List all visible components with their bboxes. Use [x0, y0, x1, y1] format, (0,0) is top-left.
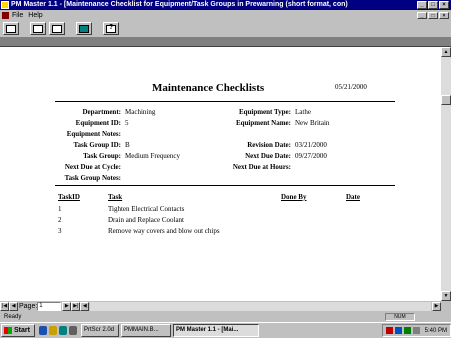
page-label: Page: — [19, 303, 38, 310]
task-group-id-label: Task Group ID: — [73, 141, 121, 149]
department-value: Machining — [125, 108, 156, 116]
close-report-button[interactable] — [3, 22, 19, 35]
help-button[interactable] — [103, 22, 119, 35]
taskbar-prtscr[interactable]: PrtScr 2.0d — [81, 324, 119, 337]
status-bar: Ready NUM — [0, 312, 451, 322]
equipment-id-label: Equipment ID: — [75, 119, 121, 127]
maximize-button[interactable]: □ — [428, 1, 438, 9]
task-group-notes-label: Task Group Notes: — [64, 174, 121, 182]
revision-date-label: Revision Date: — [247, 141, 291, 149]
windows-logo-icon — [4, 327, 12, 334]
start-button[interactable]: Start — [1, 324, 35, 337]
next-due-date-label: Next Due Date: — [245, 152, 291, 160]
scroll-up-icon[interactable]: ▲ — [441, 47, 451, 57]
doc-minimize-button[interactable]: _ — [417, 11, 427, 19]
antivirus-icon[interactable] — [385, 327, 393, 334]
window-icon — [79, 24, 89, 33]
network-icon[interactable] — [394, 327, 402, 334]
printer-setup-icon — [52, 24, 62, 33]
start-label: Start — [14, 327, 30, 334]
task-group-id-value: B — [125, 141, 130, 149]
equipment-type-label: Equipment Type: — [238, 108, 291, 116]
print-button[interactable] — [30, 22, 46, 35]
department-label: Department: — [82, 108, 122, 116]
first-page-icon[interactable]: |◀ — [0, 302, 9, 311]
column-taskid: TaskID — [58, 193, 80, 201]
revision-date-value: 03/21/2000 — [295, 141, 327, 149]
equipment-name-value: New Britain — [295, 119, 330, 127]
equipment-name-label: Equipment Name: — [235, 119, 291, 127]
report-preview[interactable]: Maintenance Checklists 05/21/2000 Depart… — [0, 47, 441, 301]
equipment-id-value: 5 — [125, 119, 129, 127]
title-bar[interactable]: PM Master 1.1 - [Maintenance Checklist f… — [0, 0, 451, 10]
horizontal-scrollbar[interactable] — [90, 302, 431, 311]
status-text: Ready — [4, 314, 22, 320]
report-title: Maintenance Checklists — [152, 82, 265, 94]
menu-bar: File Help _ □ × — [0, 10, 451, 20]
table-row: 1 Tighten Electrical Contacts — [58, 205, 184, 213]
taskbar: Start PrtScr 2.0d PMMAIN.B... PM Master … — [0, 322, 451, 338]
next-page-icon[interactable]: ▶ — [62, 302, 72, 311]
taskbar-pmmain[interactable]: PMMAIN.B... — [121, 324, 171, 337]
vertical-scrollbar[interactable]: ▲ ▼ — [441, 47, 451, 301]
system-tray: 5:40 PM — [381, 324, 451, 337]
help-icon — [106, 24, 116, 33]
menu-help[interactable]: Help — [28, 12, 42, 19]
task-description: Drain and Replace Coolant — [108, 216, 185, 224]
window-title: PM Master 1.1 - [Maintenance Checklist f… — [11, 1, 348, 8]
header-rule — [55, 101, 395, 102]
next-due-hours-label: Next Due at Hours: — [232, 163, 291, 171]
document-icon[interactable] — [2, 11, 9, 19]
task-id: 3 — [58, 227, 62, 235]
door-icon — [6, 24, 16, 33]
next-due-cycle-label: Next Due at Cycle: — [64, 163, 121, 171]
task-description: Remove way covers and blow out chips — [108, 227, 220, 235]
table-row: 2 Drain and Replace Coolant — [58, 216, 184, 224]
desktop-icon[interactable] — [59, 326, 67, 335]
scroll-down-icon[interactable]: ▼ — [441, 291, 451, 301]
channels-icon[interactable] — [69, 326, 77, 335]
column-date: Date — [346, 193, 360, 201]
scroll-right-icon[interactable]: ▶ — [432, 302, 441, 311]
equipment-type-value: Lathe — [295, 108, 311, 116]
task-id: 2 — [58, 216, 62, 224]
column-done-by: Done By — [281, 193, 307, 201]
printer-icon — [33, 24, 43, 33]
prev-page-icon[interactable]: ◀ — [9, 302, 18, 311]
toolbar-separator — [0, 37, 451, 47]
scroll-thumb[interactable] — [441, 95, 451, 105]
report-date: 05/21/2000 — [335, 83, 367, 91]
print-setup-button[interactable] — [49, 22, 65, 35]
doc-close-button[interactable]: × — [439, 11, 449, 19]
task-group-label: Task Group: — [83, 152, 121, 160]
doc-restore-button[interactable]: □ — [428, 11, 438, 19]
app-icon[interactable] — [1, 1, 9, 9]
column-task: Task — [108, 193, 123, 201]
minimize-button[interactable]: _ — [417, 1, 427, 9]
num-lock-indicator: NUM — [385, 313, 415, 321]
view-button[interactable] — [76, 22, 92, 35]
taskbar-pm-master[interactable]: PM Master 1.1 - [Mai... — [173, 324, 259, 337]
equipment-notes-label: Equipment Notes: — [66, 130, 121, 138]
table-row: 3 Remove way covers and blow out chips — [58, 227, 220, 235]
outlook-express-icon[interactable] — [49, 326, 57, 335]
task-group-value: Medium Frequency — [125, 152, 181, 160]
volume-icon[interactable] — [412, 327, 420, 334]
section-rule — [55, 185, 395, 186]
next-due-date-value: 09/27/2000 — [295, 152, 327, 160]
toolbar — [0, 20, 451, 37]
page-navigation: |◀ ◀ Page: 1 ▶ ▶| ◀ ▶ — [0, 301, 451, 312]
scroll-left-icon[interactable]: ◀ — [80, 302, 90, 311]
last-page-icon[interactable]: ▶| — [71, 302, 81, 311]
task-scheduler-icon[interactable] — [403, 327, 411, 334]
internet-explorer-icon[interactable] — [39, 326, 47, 335]
close-button[interactable]: × — [439, 1, 449, 9]
task-id: 1 — [58, 205, 62, 213]
task-description: Tighten Electrical Contacts — [108, 205, 185, 213]
menu-file[interactable]: File — [12, 12, 23, 19]
clock[interactable]: 5:40 PM — [425, 328, 447, 334]
page-number-input[interactable]: 1 — [37, 302, 62, 311]
quick-launch — [39, 326, 77, 335]
